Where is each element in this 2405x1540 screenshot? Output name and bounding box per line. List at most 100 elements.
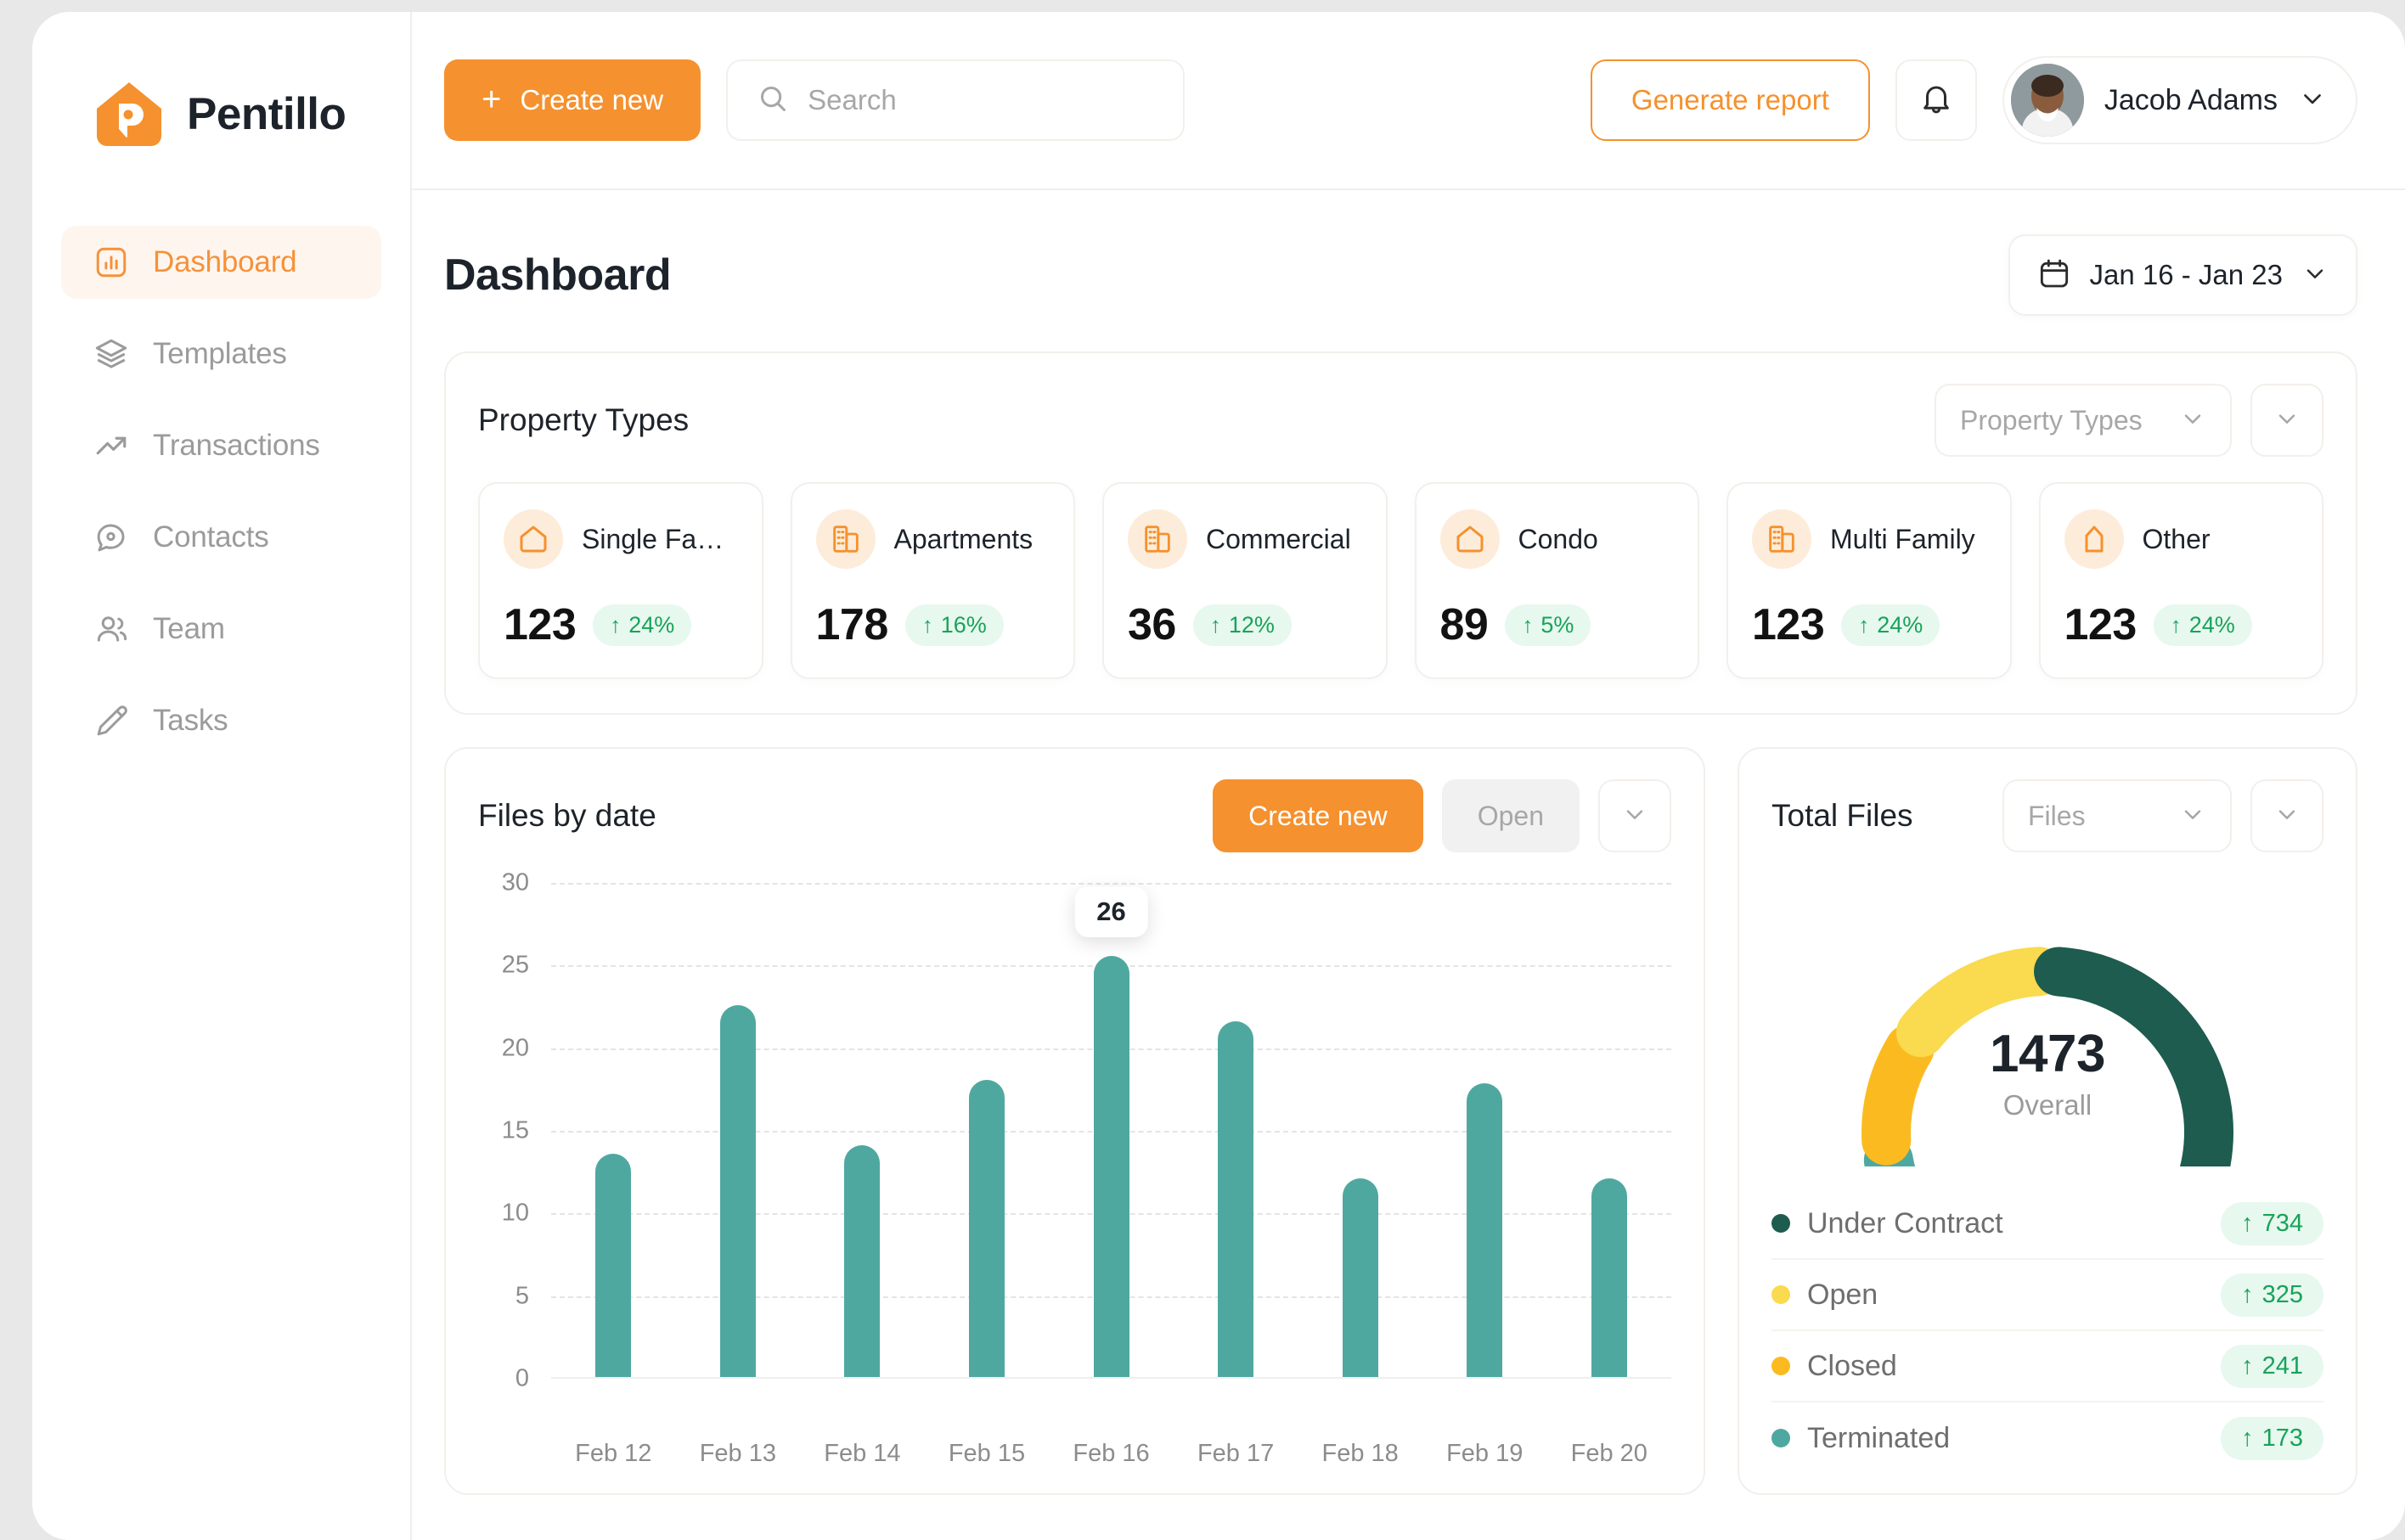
sidebar-item-dashboard[interactable]: Dashboard [61, 226, 381, 299]
bar-chart: 0 5 10 15 20 25 30 26 [478, 869, 1672, 1418]
sidebar-item-team[interactable]: Team [61, 593, 381, 666]
y-axis-tick: 0 [515, 1364, 529, 1392]
sidebar-nav: Dashboard Templates Transactions Contact… [32, 226, 410, 757]
chart-open-button[interactable]: Open [1441, 779, 1580, 852]
chevron-down-icon [2301, 260, 2329, 291]
home-icon [1439, 509, 1500, 569]
avatar [2010, 64, 2084, 137]
files-by-date-more-button[interactable] [1598, 779, 1671, 852]
users-icon [93, 611, 129, 647]
legend-row[interactable]: Under Contract ↑ 734 [1771, 1189, 2323, 1260]
notifications-button[interactable] [1895, 59, 1977, 141]
brand-name: Pentillo [187, 88, 346, 139]
bar[interactable] [1342, 1178, 1378, 1377]
x-axis: Feb 12 Feb 13 Feb 14 Feb 15 Feb 16 Feb 17 Feb … [478, 1440, 1671, 1468]
page-head: Dashboard Jan 16 - Jan 23 [444, 231, 2357, 319]
legend-value-badge: ↑ 325 [2221, 1273, 2323, 1317]
bar[interactable] [1591, 1178, 1627, 1377]
date-range-picker[interactable]: Jan 16 - Jan 23 [2008, 234, 2357, 316]
sidebar-item-templates[interactable]: Templates [61, 318, 381, 391]
x-axis-tick: Feb 13 [699, 1440, 776, 1467]
total-files-controls: Files [2002, 779, 2323, 852]
property-card-apartments[interactable]: Apartments 178 ↑ 16% [790, 482, 1075, 679]
legend-value: 734 [2261, 1209, 2303, 1237]
status-badge: ↑ 16% [904, 604, 1004, 646]
gauge-svg [1861, 947, 2233, 1166]
property-card-single-family[interactable]: Single Family 123 ↑ 24% [478, 482, 763, 679]
bar-slot[interactable] [1174, 883, 1298, 1377]
user-menu[interactable]: Jacob Adams [2002, 56, 2357, 144]
property-types-filter-select[interactable]: Property Types [1935, 384, 2232, 457]
legend-label: Closed [1807, 1349, 1897, 1382]
main-area: + Create new Generate report [412, 12, 2405, 1540]
property-card-head: Single Family [504, 509, 738, 569]
total-files-title: Total Files [1771, 798, 1913, 833]
property-card-condo[interactable]: Condo 89 ↑ 5% [1414, 482, 1699, 679]
bar-slot[interactable] [800, 883, 925, 1377]
bar[interactable] [844, 1145, 881, 1377]
bar[interactable] [1093, 955, 1129, 1377]
pencil-icon [93, 703, 129, 739]
property-card-head: Apartments [815, 509, 1050, 569]
property-card-multi-family[interactable]: Multi Family 123 ↑ 24% [1726, 482, 2012, 679]
calendar-icon [2037, 256, 2071, 295]
files-by-date-controls: Create new Open [1213, 779, 1671, 852]
status-badge: ↑ 24% [1841, 604, 1940, 646]
bottom-row: Files by date Create new Open 0 5 10 15 … [444, 747, 2357, 1495]
sidebar-item-tasks[interactable]: Tasks [61, 684, 381, 757]
property-card-stats: 36 ↑ 12% [1128, 599, 1362, 650]
status-badge: ↑ 24% [2153, 604, 2252, 646]
arrow-up-icon: ↑ [2241, 1209, 2254, 1237]
bar-slot[interactable] [1422, 883, 1547, 1377]
sidebar-item-label: Dashboard [153, 245, 297, 278]
bar-slot[interactable] [1298, 883, 1422, 1377]
search-box[interactable] [726, 59, 1186, 141]
chevron-down-icon [2273, 405, 2301, 436]
property-card-change: 24% [2188, 611, 2235, 638]
search-input[interactable] [808, 84, 1155, 116]
total-files-filter-select[interactable]: Files [2002, 779, 2232, 852]
property-types-controls: Property Types [1935, 384, 2323, 457]
chart-create-new-button[interactable]: Create new [1213, 779, 1423, 852]
property-card-change: 24% [1877, 611, 1923, 638]
arrow-up-icon: ↑ [2170, 612, 2182, 638]
bar[interactable] [1467, 1082, 1503, 1377]
property-card-other[interactable]: Other 123 ↑ 24% [2038, 482, 2323, 679]
bar[interactable] [595, 1154, 632, 1377]
property-types-more-button[interactable] [2250, 384, 2323, 457]
legend-row[interactable]: Terminated ↑ 173 [1771, 1402, 2323, 1474]
property-types-header: Property Types Property Types [478, 384, 2323, 457]
bar[interactable] [1218, 1021, 1254, 1377]
buildings-icon [815, 509, 876, 569]
bar[interactable] [968, 1079, 1005, 1377]
arrow-up-icon: ↑ [2241, 1280, 2254, 1308]
sidebar-item-label: Transactions [153, 429, 320, 462]
bar[interactable] [719, 1005, 756, 1377]
property-card-commercial[interactable]: Commercial 36 ↑ 12% [1102, 482, 1388, 679]
sidebar-item-label: Tasks [153, 704, 228, 737]
plus-icon: + [482, 80, 502, 118]
topbar: + Create new Generate report [412, 12, 2405, 190]
property-card-stats: 123 ↑ 24% [504, 599, 738, 650]
bar-slot[interactable] [676, 883, 801, 1377]
bar-slot[interactable] [1547, 883, 1672, 1377]
create-new-button[interactable]: + Create new [444, 59, 701, 141]
legend-value: 325 [2261, 1280, 2303, 1308]
sidebar-item-contacts[interactable]: Contacts [61, 501, 381, 574]
chevron-down-icon [2179, 405, 2206, 436]
property-card-label: Single Family [582, 523, 738, 554]
chevron-down-icon [1621, 801, 1648, 832]
bar-slot[interactable]: 26 [1049, 883, 1174, 1377]
legend-row[interactable]: Open ↑ 325 [1771, 1260, 2323, 1331]
sidebar-item-transactions[interactable]: Transactions [61, 409, 381, 482]
x-axis-tick: Feb 18 [1321, 1440, 1399, 1467]
y-axis-tick: 10 [501, 1199, 529, 1227]
total-files-more-button[interactable] [2250, 779, 2323, 852]
generate-report-button[interactable]: Generate report [1590, 59, 1870, 141]
property-card-value: 89 [1439, 600, 1489, 649]
bar-slot[interactable] [925, 883, 1050, 1377]
legend-row[interactable]: Closed ↑ 241 [1771, 1331, 2323, 1402]
bar-slot[interactable] [551, 883, 676, 1377]
x-axis-tick: Feb 16 [1073, 1440, 1150, 1467]
arrow-up-icon: ↑ [2241, 1424, 2254, 1452]
